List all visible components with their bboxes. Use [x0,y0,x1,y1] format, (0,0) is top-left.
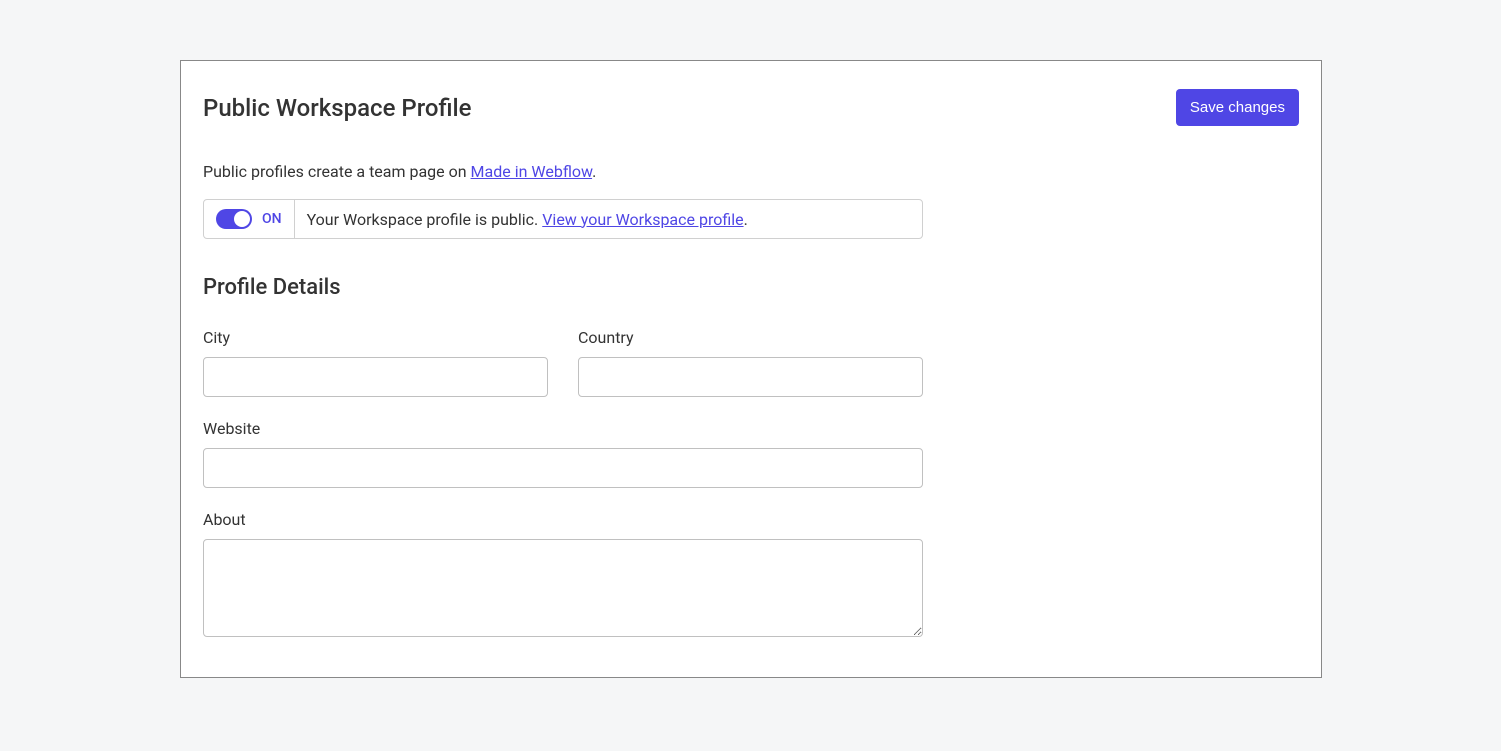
form-row-about: About [203,510,923,637]
switch-knob [234,211,250,227]
form-row-website: Website [203,419,923,488]
save-button[interactable]: Save changes [1176,89,1299,126]
toggle-message: Your Workspace profile is public. View y… [295,200,760,238]
country-input[interactable] [578,357,923,397]
intro-text: Public profiles create a team page on Ma… [203,162,923,181]
content-area: Public profiles create a team page on Ma… [203,162,923,637]
toggle-left: ON [204,200,295,238]
public-toggle-switch[interactable] [216,209,252,229]
about-textarea[interactable] [203,539,923,637]
intro-prefix: Public profiles create a team page on [203,162,471,181]
intro-suffix: . [592,162,596,181]
website-input[interactable] [203,448,923,488]
city-label: City [203,328,548,347]
toggle-state-label: ON [262,211,282,227]
made-in-webflow-link[interactable]: Made in Webflow [471,162,593,181]
page-title: Public Workspace Profile [203,94,472,122]
toggle-status-text: Your Workspace profile is public. [307,210,539,229]
website-group: Website [203,419,923,488]
settings-card: Public Workspace Profile Save changes Pu… [180,60,1322,678]
country-label: Country [578,328,923,347]
country-group: Country [578,328,923,397]
header-row: Public Workspace Profile Save changes [203,89,1299,126]
about-group: About [203,510,923,637]
toggle-suffix: . [744,210,748,229]
city-group: City [203,328,548,397]
form-row-city-country: City Country [203,328,923,397]
section-title: Profile Details [203,275,923,300]
website-label: Website [203,419,923,438]
public-toggle-box: ON Your Workspace profile is public. Vie… [203,199,923,239]
city-input[interactable] [203,357,548,397]
view-profile-link[interactable]: View your Workspace profile [542,210,743,229]
about-label: About [203,510,923,529]
